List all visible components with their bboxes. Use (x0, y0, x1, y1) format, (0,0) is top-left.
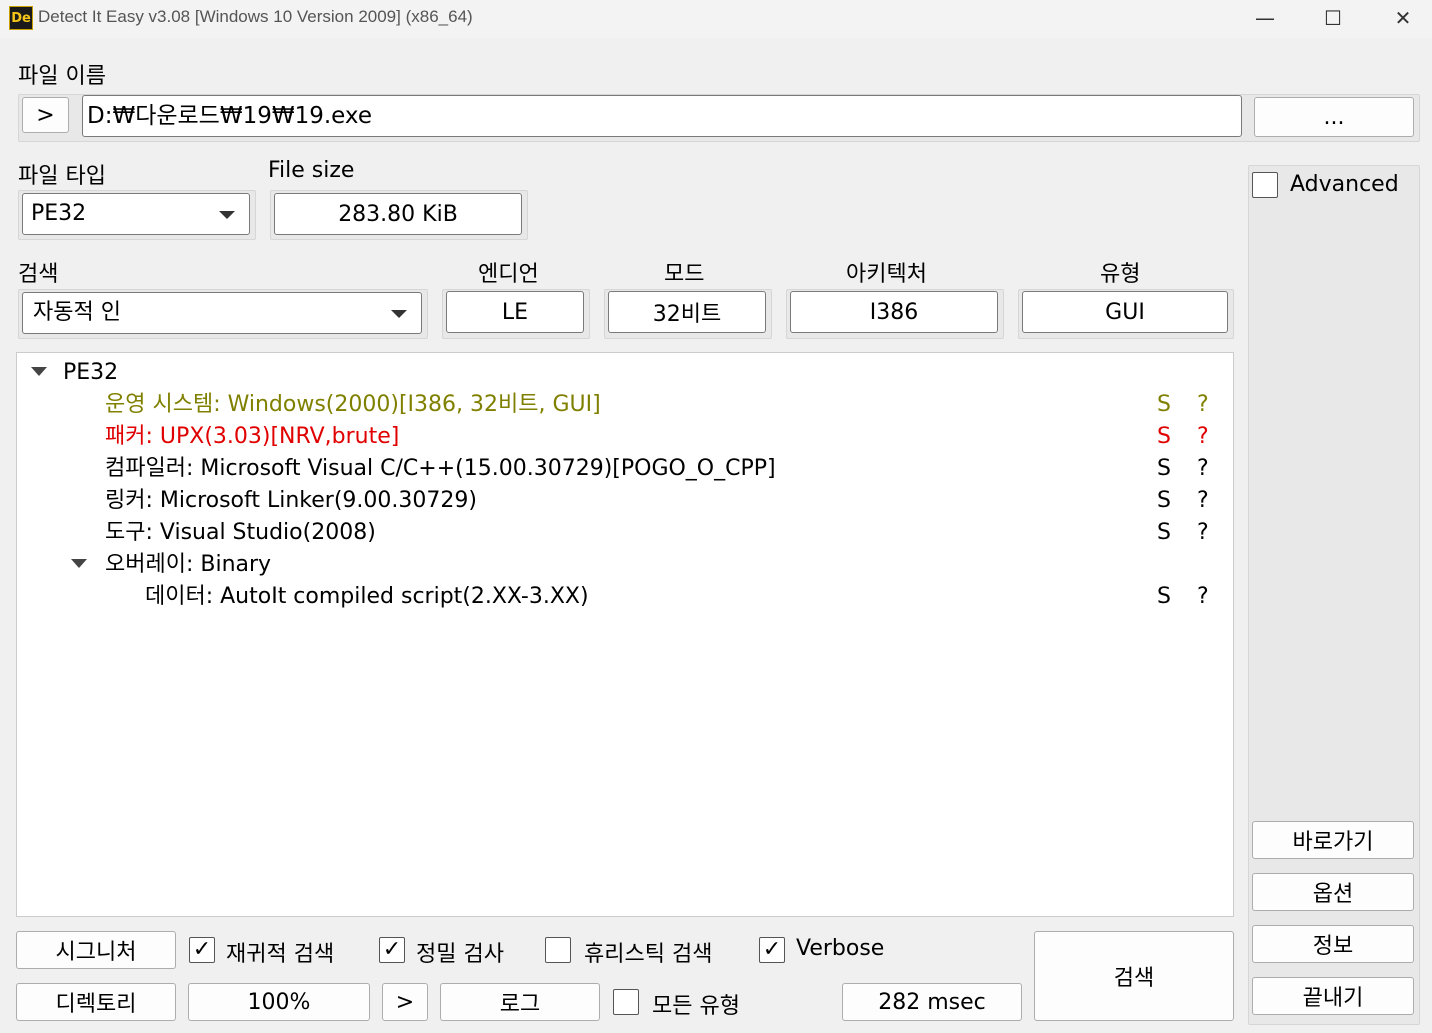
expand-triangle-icon[interactable] (71, 559, 87, 568)
app-icon: De (9, 6, 33, 30)
scan-mode-value: 자동적 인 (33, 300, 121, 325)
scan-mode-label: 검색 (18, 262, 59, 287)
mode-label: 모드 (664, 262, 705, 287)
file-size-label: File size (268, 158, 355, 183)
type-label: 유형 (1100, 262, 1141, 287)
heuristic-scan-checkbox[interactable] (545, 937, 571, 963)
results-tree[interactable]: PE32 운영 시스템: Windows(2000)[I386, 32비트, G… (16, 352, 1234, 917)
tree-item-overlay-data[interactable]: 데이터: AutoIt compiled script(2.XX-3.XX) (145, 581, 589, 613)
advanced-checkbox[interactable] (1252, 172, 1278, 198)
endian-value: LE (446, 291, 584, 333)
arch-value: I386 (790, 291, 998, 333)
minimize-button[interactable]: — (1230, 0, 1300, 36)
tree-item-packer[interactable]: 패커: UPX(3.03)[NRV,brute] (105, 421, 399, 453)
next-arrow-button[interactable]: > (382, 983, 428, 1021)
about-button[interactable]: 정보 (1252, 925, 1414, 963)
expand-triangle-icon[interactable] (31, 367, 47, 376)
file-name-label: 파일 이름 (18, 64, 106, 89)
mode-value: 32비트 (608, 291, 766, 333)
close-button[interactable]: ✕ (1368, 0, 1432, 36)
file-type-select[interactable]: PE32 (22, 193, 250, 235)
advanced-label: Advanced (1290, 172, 1399, 197)
tree-root[interactable]: PE32 (63, 357, 118, 389)
tree-item-compiler[interactable]: 컴파일러: Microsoft Visual C/C++(15.00.30729… (105, 453, 776, 485)
recursive-scan-label: 재귀적 검색 (226, 942, 335, 967)
info-q-marker[interactable]: ? (1197, 517, 1209, 549)
scan-time-display: 282 msec (842, 983, 1022, 1021)
heuristic-scan-label: 휴리스틱 검색 (584, 942, 713, 967)
info-q-marker[interactable]: ? (1197, 581, 1209, 613)
tree-item-tool[interactable]: 도구: Visual Studio(2008) (105, 517, 376, 549)
file-size-value: 283.80 KiB (274, 193, 522, 235)
file-type-label: 파일 타입 (18, 164, 106, 189)
tree-item-linker[interactable]: 링커: Microsoft Linker(9.00.30729) (105, 485, 477, 517)
deep-scan-label: 정밀 검사 (416, 942, 504, 967)
chevron-down-icon (219, 211, 235, 219)
all-types-checkbox[interactable] (613, 989, 639, 1015)
progress-button[interactable]: 100% (188, 983, 370, 1021)
signature-s-marker[interactable]: S (1157, 517, 1171, 549)
signatures-button[interactable]: 시그니처 (16, 931, 176, 969)
deep-scan-checkbox[interactable]: ✓ (379, 937, 405, 963)
signature-s-marker[interactable]: S (1157, 485, 1171, 517)
info-q-marker[interactable]: ? (1197, 453, 1209, 485)
options-button[interactable]: 옵션 (1252, 873, 1414, 911)
chevron-down-icon (391, 310, 407, 318)
tree-item-os[interactable]: 운영 시스템: Windows(2000)[I386, 32비트, GUI] (105, 389, 601, 421)
exit-button[interactable]: 끝내기 (1252, 977, 1414, 1015)
all-types-label: 모든 유형 (652, 994, 740, 1019)
scan-button[interactable]: 검색 (1034, 931, 1234, 1021)
signature-s-marker[interactable]: S (1157, 389, 1171, 421)
log-button[interactable]: 로그 (440, 983, 600, 1021)
info-q-marker[interactable]: ? (1197, 389, 1209, 421)
verbose-label: Verbose (796, 936, 885, 961)
signature-s-marker[interactable]: S (1157, 421, 1171, 453)
type-value: GUI (1022, 291, 1228, 333)
recursive-scan-checkbox[interactable]: ✓ (189, 937, 215, 963)
shortcuts-button[interactable]: 바로가기 (1252, 821, 1414, 859)
open-file-arrow-button[interactable]: > (22, 97, 69, 133)
endian-label: 엔디언 (478, 262, 539, 287)
file-type-value: PE32 (31, 201, 87, 226)
info-q-marker[interactable]: ? (1197, 485, 1209, 517)
signature-s-marker[interactable]: S (1157, 581, 1171, 613)
maximize-button[interactable]: ☐ (1298, 0, 1368, 36)
directory-button[interactable]: 디렉토리 (16, 983, 176, 1021)
file-path-input[interactable]: D:₩다운로드₩19₩19.exe (82, 95, 1242, 137)
info-q-marker[interactable]: ? (1197, 421, 1209, 453)
signature-s-marker[interactable]: S (1157, 453, 1171, 485)
browse-button[interactable]: ... (1254, 97, 1414, 137)
tree-item-overlay[interactable]: 오버레이: Binary (105, 549, 271, 581)
verbose-checkbox[interactable]: ✓ (759, 937, 785, 963)
window-title: Detect It Easy v3.08 [Windows 10 Version… (38, 7, 473, 26)
arch-label: 아키텍처 (846, 262, 927, 287)
scan-mode-select[interactable]: 자동적 인 (22, 292, 422, 334)
